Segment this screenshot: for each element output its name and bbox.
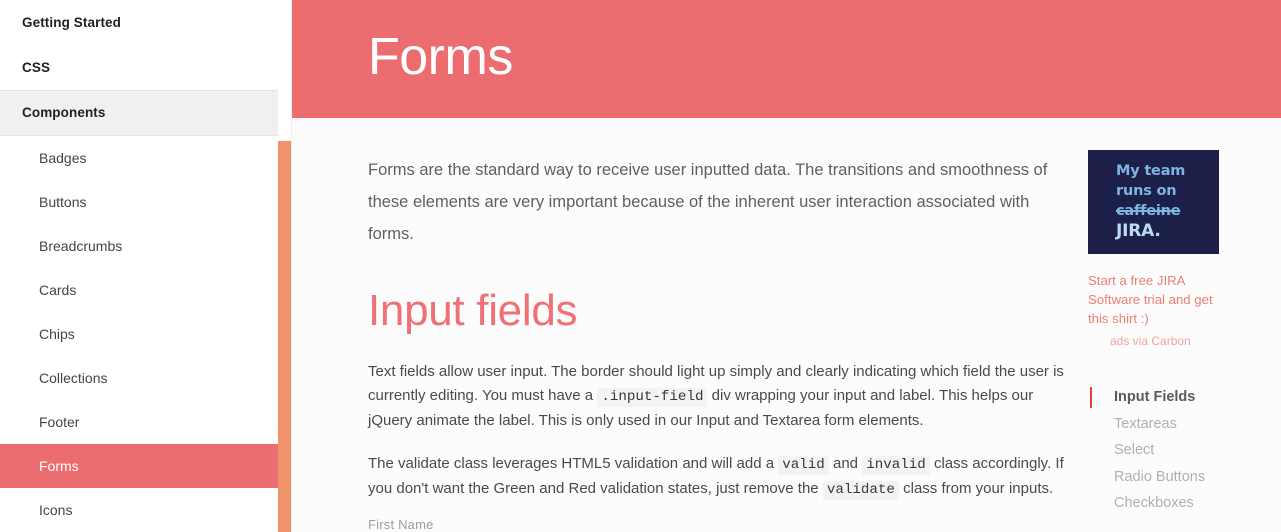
paragraph-text-part: and — [832, 454, 859, 472]
toc-item-radio-buttons[interactable]: Radio Buttons — [1088, 464, 1238, 491]
toc-item-label: Textareas — [1114, 415, 1177, 432]
sidebar-item-collections[interactable]: Collections — [0, 356, 278, 400]
ad-image-line-3: caffeine — [1116, 203, 1181, 219]
toc-item-textareas[interactable]: Textareas — [1088, 411, 1238, 438]
carbon-ad-image[interactable]: My team runs on caffeine JIRA. — [1088, 150, 1219, 254]
carbon-ad-attribution[interactable]: ads via Carbon — [1088, 334, 1248, 348]
sidebar-item-footer[interactable]: Footer — [0, 400, 278, 444]
sidebar-item-label: Icons — [39, 502, 73, 518]
sidebar-item-badges[interactable]: Badges — [0, 136, 278, 180]
first-name-field-label: First Name — [368, 517, 434, 532]
toc-item-checkboxes[interactable]: Checkboxes — [1088, 490, 1238, 517]
sidebar-item-label: Buttons — [39, 194, 87, 210]
paragraph-text-part: The validate class leverages HTML5 valid… — [368, 454, 775, 472]
toc-item-label: Radio Buttons — [1114, 468, 1206, 485]
ad-image-line-2: runs on — [1116, 183, 1177, 199]
content-column: Forms are the standard way to receive us… — [368, 154, 1068, 503]
sidebar-item-breadcrumbs[interactable]: Breadcrumbs — [0, 224, 278, 268]
toc-item-label: Input Fields — [1114, 389, 1196, 405]
sidebar-item-label: Footer — [39, 414, 80, 430]
page-header-banner: Forms — [292, 0, 1281, 118]
paragraph-validate: The validate class leverages HTML5 valid… — [368, 452, 1068, 503]
section-heading-input-fields: Input fields — [368, 286, 578, 335]
ad-image-line-4: JIRA. — [1116, 221, 1161, 241]
sidebar-item-label: Chips — [39, 326, 75, 342]
right-rail: My team runs on caffeine JIRA. Start a f… — [1088, 150, 1248, 517]
carbon-ad-copy[interactable]: Start a free JIRA Software trial and get… — [1088, 271, 1223, 328]
page-title: Forms — [368, 28, 513, 86]
inline-code-invalid: invalid — [862, 455, 930, 475]
toc-item-select[interactable]: Select — [1088, 437, 1238, 464]
sidebar-item-label: Cards — [39, 282, 77, 298]
sidebar-item-forms[interactable]: Forms — [0, 444, 278, 488]
sidebar-item-label: Badges — [39, 150, 87, 166]
inline-code-validate: validate — [822, 481, 899, 500]
sidebar-group-label: Getting Started — [22, 15, 122, 30]
ad-image-line-1: My team — [1116, 163, 1186, 179]
sidebar-group-getting-started[interactable]: Getting Started — [0, 0, 278, 45]
sidebar-scrollbar-thumb[interactable] — [278, 141, 291, 532]
main-content: Forms are the standard way to receive us… — [292, 118, 1281, 532]
sidebar-item-label: Forms — [39, 458, 79, 474]
inline-code-valid: valid — [778, 455, 829, 475]
paragraph-input-fields: Text fields allow user input. The border… — [368, 360, 1068, 433]
sidebar-group-css[interactable]: CSS — [0, 45, 278, 90]
sidebar-group-components[interactable]: Components — [0, 90, 278, 136]
sidebar-group-label: CSS — [22, 60, 51, 75]
sidebar-item-buttons[interactable]: Buttons — [0, 180, 278, 224]
paragraph-text-part: class from your inputs. — [903, 480, 1054, 497]
sidebar-nav: Getting Started CSS Components Badges Bu… — [0, 0, 278, 532]
toc-item-input-fields[interactable]: Input Fields — [1088, 384, 1238, 411]
sidebar-group-label: Components — [22, 105, 106, 120]
intro-paragraph: Forms are the standard way to receive us… — [368, 161, 1048, 243]
page-root: Getting Started CSS Components Badges Bu… — [0, 0, 1281, 532]
sidebar-item-chips[interactable]: Chips — [0, 312, 278, 356]
toc-item-label: Checkboxes — [1114, 495, 1194, 511]
ad-image-text: My team runs on caffeine JIRA. — [1116, 161, 1185, 241]
sidebar-item-cards[interactable]: Cards — [0, 268, 278, 312]
table-of-contents: Input Fields Textareas Select Radio Butt… — [1088, 384, 1238, 517]
inline-code-input-field: .input-field — [597, 387, 708, 407]
sidebar-item-icons[interactable]: Icons — [0, 488, 278, 532]
sidebar-item-label: Collections — [39, 370, 108, 386]
toc-item-label: Select — [1114, 442, 1155, 458]
sidebar-item-label: Breadcrumbs — [39, 238, 123, 254]
